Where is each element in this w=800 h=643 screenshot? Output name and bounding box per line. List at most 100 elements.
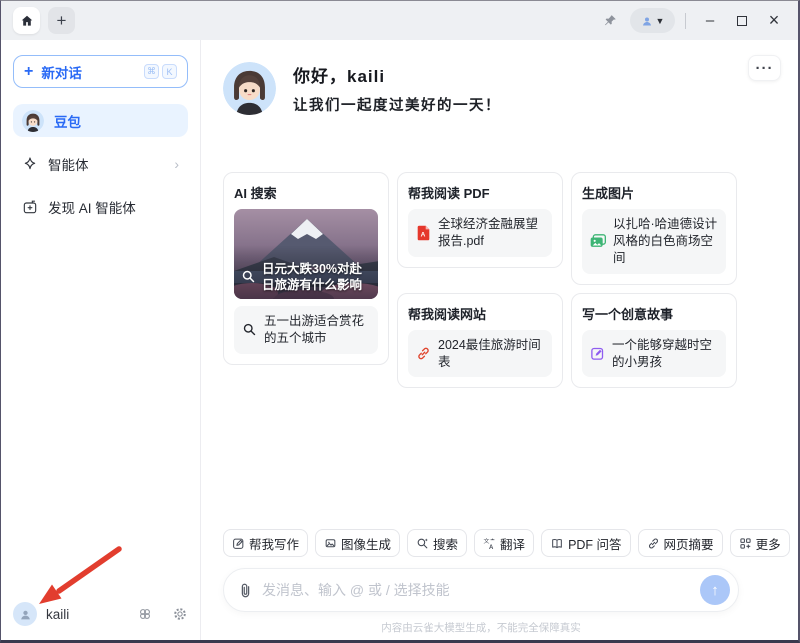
sparkle-icon	[22, 156, 38, 172]
home-tab[interactable]	[13, 7, 40, 34]
card-title: 帮我阅读网站	[408, 304, 552, 323]
website-suggestion[interactable]: 2024最佳旅游时间表	[408, 330, 552, 378]
discover-agents-icon	[22, 199, 38, 215]
footer-icons	[137, 606, 188, 622]
titlebar-divider	[685, 13, 686, 29]
pin-icon[interactable]	[598, 9, 622, 33]
ai-search-suggestion[interactable]: 五一出游适合赏花的五个城市	[234, 306, 378, 354]
greeting-text: 你好，kaili 让我们一起度过美好的一天！	[293, 62, 501, 115]
card-title: 生成图片	[582, 183, 726, 202]
card-title: 帮我阅读 PDF	[408, 183, 552, 202]
story-suggestion[interactable]: 一个能够穿越时空的小男孩	[582, 330, 726, 378]
plus-icon: +	[24, 63, 33, 81]
suggestion-cards: AI 搜索	[223, 172, 739, 388]
new-chat-label: 新对话	[41, 62, 82, 82]
suggestion-text: 一个能够穿越时空的小男孩	[612, 337, 718, 371]
link-icon	[647, 537, 660, 550]
main-area: 你好，kaili 让我们一起度过美好的一天！ ··· AI 搜索	[201, 40, 798, 640]
pencil-square-icon	[590, 346, 605, 361]
skill-web-summary-button[interactable]: 网页摘要	[638, 529, 723, 557]
new-tab-button[interactable]: +	[48, 7, 75, 34]
assistant-avatar	[223, 62, 276, 115]
card-read-pdf: 帮我阅读 PDF A 全球经济金融展望报告.pdf	[397, 172, 563, 268]
search-icon	[416, 537, 429, 550]
translate-icon: 文A	[483, 537, 496, 550]
suggestion-text: 以扎哈·哈迪德设计风格的白色商场空间	[613, 216, 718, 267]
image-icon	[324, 537, 337, 550]
suggestion-text: 全球经济金融展望报告.pdf	[438, 216, 544, 250]
sidebar-footer: kaili	[13, 602, 188, 626]
account-person-icon	[641, 15, 653, 27]
model-disclaimer: 内容由云雀大模型生成，不能完全保障真实	[223, 620, 739, 635]
maximize-button[interactable]	[726, 6, 758, 36]
pencil-square-icon	[232, 537, 245, 550]
greeting-line2: 让我们一起度过美好的一天！	[293, 94, 501, 115]
grid-more-icon	[739, 537, 752, 550]
greeting-line1: 你好，kaili	[293, 62, 501, 87]
skill-label: PDF 问答	[568, 534, 621, 553]
message-input[interactable]	[262, 582, 691, 598]
titlebar: + ▼ – ×	[1, 1, 798, 40]
send-button[interactable]: ↑	[700, 575, 730, 605]
skill-pdf-qa-button[interactable]: PDF 问答	[541, 529, 630, 557]
ai-search-hot-image[interactable]: 日元大跌30%对赴日旅游有什么影响	[234, 209, 378, 299]
card-title: 写一个创意故事	[582, 304, 726, 323]
sidebar-item-agents[interactable]: 智能体 ›	[13, 147, 188, 180]
cmd-key-badge: ⌘	[144, 64, 159, 79]
user-avatar[interactable]	[13, 602, 37, 626]
sidebar-item-label: 智能体	[48, 154, 89, 174]
skill-translate-button[interactable]: 文A 翻译	[474, 529, 534, 557]
clover-icon[interactable]	[137, 606, 153, 622]
skill-search-button[interactable]: 搜索	[407, 529, 467, 557]
skill-label: 图像生成	[341, 534, 391, 553]
close-button[interactable]: ×	[758, 6, 790, 36]
skill-label: 更多	[756, 534, 781, 553]
skill-label: 搜索	[433, 534, 458, 553]
skill-label: 网页摘要	[664, 534, 714, 553]
pdf-file-icon: A	[416, 225, 431, 241]
caret-down-icon: ▼	[656, 16, 665, 26]
hot-query-overlay: 日元大跌30%对赴日旅游有什么影响	[241, 261, 373, 294]
sidebar-item-label: 豆包	[54, 111, 81, 131]
skill-more-button[interactable]: 更多	[730, 529, 790, 557]
svg-text:A: A	[421, 232, 426, 239]
skill-write-button[interactable]: 帮我写作	[223, 529, 308, 557]
skill-image-gen-button[interactable]: 图像生成	[315, 529, 400, 557]
k-key-badge: K	[162, 64, 177, 79]
shortcut-keys: ⌘ K	[144, 64, 177, 79]
pdf-suggestion[interactable]: A 全球经济金融展望报告.pdf	[408, 209, 552, 257]
image-suggestion[interactable]: 以扎哈·哈迪德设计风格的白色商场空间	[582, 209, 726, 274]
sidebar-item-label: 发现 AI 智能体	[48, 197, 136, 217]
card-title: AI 搜索	[234, 183, 378, 202]
composer-area: 帮我写作 图像生成 搜索 文A 翻译	[223, 529, 739, 635]
card-ai-search: AI 搜索	[223, 172, 389, 365]
link-icon	[416, 346, 431, 361]
message-input-box: ↑	[223, 568, 739, 612]
doubao-avatar	[22, 110, 44, 132]
card-creative-story: 写一个创意故事 一个能够穿越时空的小男孩	[571, 293, 737, 389]
svg-text:文: 文	[484, 537, 490, 545]
username-label: kaili	[46, 607, 69, 622]
skill-label: 帮我写作	[249, 534, 299, 553]
account-menu[interactable]: ▼	[630, 8, 675, 33]
skill-label: 翻译	[500, 534, 525, 553]
new-chat-button[interactable]: + 新对话 ⌘ K	[13, 55, 188, 88]
more-options-button[interactable]: ···	[748, 55, 781, 81]
attachment-paperclip-icon[interactable]	[238, 582, 253, 599]
image-icon	[590, 234, 606, 249]
skill-toolbar: 帮我写作 图像生成 搜索 文A 翻译	[223, 529, 739, 557]
sidebar-item-discover-agents[interactable]: 发现 AI 智能体	[13, 190, 188, 223]
app-window: + ▼ – × + 新对话 ⌘ K	[0, 0, 800, 643]
chevron-right-icon: ›	[174, 156, 179, 172]
maximize-icon	[737, 16, 747, 26]
minimize-button[interactable]: –	[694, 6, 726, 36]
sidebar-item-doubao[interactable]: 豆包	[13, 104, 188, 137]
home-icon	[20, 14, 34, 28]
settings-gear-icon[interactable]	[172, 606, 188, 622]
search-icon	[242, 322, 257, 337]
suggestion-text: 2024最佳旅游时间表	[438, 337, 544, 371]
card-read-website: 帮我阅读网站 2024最佳旅游时间表	[397, 293, 563, 389]
hot-query-text: 日元大跌30%对赴日旅游有什么影响	[262, 261, 373, 294]
sidebar: + 新对话 ⌘ K 豆包 智能体 ›	[1, 40, 201, 640]
suggestion-text: 五一出游适合赏花的五个城市	[264, 313, 370, 347]
